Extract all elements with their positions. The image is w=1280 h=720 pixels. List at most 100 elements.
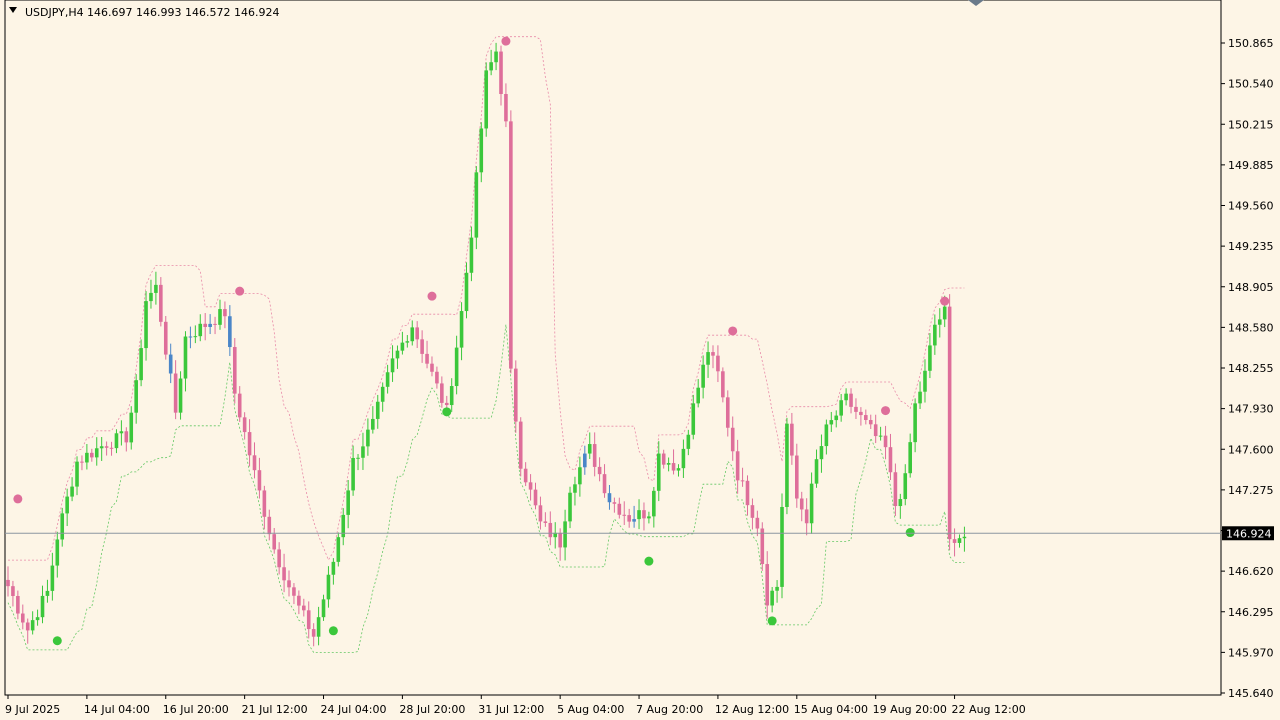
candle-body (775, 586, 779, 591)
candle (232, 338, 237, 404)
candle-body (25, 622, 30, 631)
candle-body (267, 516, 272, 535)
candle-body (725, 397, 730, 428)
candle-body (696, 387, 700, 404)
candle-body (957, 538, 962, 543)
candle-body (903, 473, 908, 500)
candle-body (390, 358, 395, 373)
candle-body (538, 505, 543, 522)
candle-body (573, 484, 577, 493)
candle-body (765, 564, 770, 606)
price-chart[interactable]: USDJPY,H4 146.697 146.993 146.572 146.92… (0, 0, 1280, 720)
candle (721, 367, 725, 403)
candle-body (375, 401, 380, 419)
candle-body (642, 510, 646, 519)
plot-area[interactable] (4, 0, 1222, 696)
candle-body (400, 342, 405, 351)
y-tick-label: 149.560 (1228, 200, 1274, 213)
sell-signal-dot (501, 36, 511, 46)
candle-body (395, 350, 400, 359)
candle-body (208, 323, 212, 327)
sell-signal-dot (13, 494, 23, 504)
candle-body (70, 486, 74, 497)
candle-body (292, 587, 296, 596)
candle-body (85, 452, 89, 463)
candle-body (898, 499, 903, 507)
candle-body (149, 292, 153, 302)
candle-body (795, 455, 799, 499)
candle-body (282, 567, 286, 581)
candle-body (223, 309, 227, 317)
sell-signal-dot (881, 406, 891, 416)
candle (785, 417, 789, 515)
candle-body (371, 418, 375, 430)
x-tick-label: 12 Aug 12:00 (715, 703, 789, 716)
candle-body (607, 493, 612, 503)
buy-signal-dot (328, 626, 338, 636)
candle-body (671, 463, 676, 471)
candle-body (159, 284, 163, 322)
candle-body (425, 353, 429, 364)
candle-body (99, 446, 104, 449)
candle-body (435, 371, 439, 384)
candle-body (587, 444, 592, 454)
y-tick-label: 145.970 (1228, 646, 1274, 659)
candle-body (484, 70, 489, 129)
candle-body (474, 172, 479, 238)
sell-signal-dot (427, 291, 437, 301)
candle-body (799, 498, 804, 510)
y-tick-label: 145.640 (1228, 687, 1274, 700)
candle (484, 62, 489, 137)
buy-signal-dot (644, 556, 654, 566)
candle-body (144, 301, 148, 349)
candle-body (716, 355, 720, 372)
candle-body (883, 435, 888, 448)
candle-body (928, 345, 932, 371)
candle-body (356, 457, 360, 459)
candle-body (839, 400, 843, 416)
candle-body (277, 549, 281, 568)
candle-body (770, 590, 774, 606)
sell-signal-dot (235, 286, 245, 296)
candle-body (326, 574, 331, 600)
candle-body (893, 472, 898, 507)
buy-signal-dot (52, 636, 62, 646)
candle-body (55, 539, 60, 566)
candle-body (90, 452, 94, 458)
candle-body (50, 565, 55, 591)
x-tick-label: 28 Jul 20:00 (399, 703, 465, 716)
candle-body (297, 595, 301, 606)
candle-body (119, 431, 124, 434)
candle-body (321, 599, 326, 618)
candle-body (518, 421, 523, 469)
candle-body (602, 474, 607, 494)
candle-body (232, 347, 237, 394)
y-tick-label: 150.540 (1228, 78, 1274, 91)
candle-body (361, 446, 365, 458)
candle-body (597, 466, 602, 475)
candle-body (203, 323, 207, 327)
candle-body (528, 482, 533, 490)
candle-body (242, 417, 247, 433)
x-tick-label: 15 Aug 04:00 (794, 703, 868, 716)
candle-body (20, 613, 25, 623)
candle (947, 294, 952, 551)
candle-body (809, 483, 814, 524)
chart-window[interactable]: USDJPY,H4 146.697 146.993 146.572 146.92… (0, 0, 1280, 720)
candle-body (701, 364, 705, 388)
candle-body (711, 352, 715, 356)
candle-body (829, 420, 834, 425)
candle-body (351, 457, 355, 491)
candle-body (440, 383, 444, 403)
candle-body (11, 586, 15, 596)
candle-body (819, 446, 824, 460)
candle-body (366, 429, 370, 447)
x-tick-label: 14 Jul 04:00 (84, 703, 150, 716)
y-tick-label: 149.885 (1228, 159, 1274, 172)
candle-body (257, 470, 262, 491)
candle-body (94, 448, 99, 458)
candle-body (824, 424, 829, 447)
candle-body (612, 502, 617, 504)
candle-body (218, 309, 222, 325)
candle-body (652, 490, 656, 517)
